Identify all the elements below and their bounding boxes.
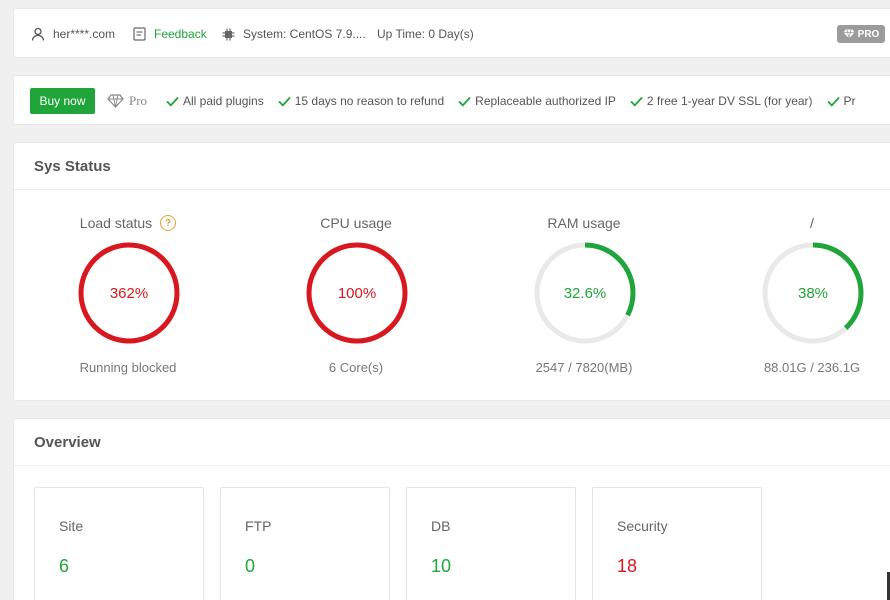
diamond-icon: [107, 94, 124, 108]
pro-text: Pro: [129, 93, 148, 108]
feature-item: Pr: [826, 94, 856, 108]
buy-now-button[interactable]: Buy now: [30, 88, 95, 114]
check-icon: [166, 96, 179, 107]
system-info: System: CentOS 7.9....: [222, 9, 366, 59]
feature-item: 15 days no reason to refund: [278, 94, 444, 108]
overview-card[interactable]: Security 18: [592, 487, 762, 600]
gauge-subtext: 6 Core(s): [328, 360, 384, 375]
sys-status-panel: Sys Status Load status? 362% Running block…: [13, 142, 890, 401]
gauge-subtext: 2547 / 7820(MB): [535, 360, 633, 375]
chip-icon: [222, 28, 235, 40]
pro-badge-label: PRO: [857, 28, 880, 40]
diamond-icon: [843, 29, 855, 39]
feature-label: 2 free 1-year DV SSL (for year): [646, 94, 813, 108]
gauge-label-text: /: [810, 215, 814, 231]
feature-item: Replaceable authorized IP: [458, 94, 616, 108]
gauge-value: 362%: [109, 284, 149, 302]
overview-card-name: FTP: [245, 518, 272, 534]
top-info-bar: her****.com Feedback System: CentOS 7.9.…: [13, 8, 890, 58]
gauge-item[interactable]: / 38% 88.01G / 236.1G: [698, 189, 890, 402]
overview-card-value[interactable]: 18: [617, 556, 637, 577]
check-icon: [630, 96, 643, 107]
gauge-item[interactable]: CPU usage 100% 6 Core(s): [242, 189, 470, 402]
overview-card-value[interactable]: 6: [59, 556, 69, 577]
gauge-item[interactable]: RAM usage 32.6% 2547 / 7820(MB): [470, 189, 698, 402]
gauge-subtext: Running blocked: [79, 360, 177, 375]
gauge-label-text: RAM usage: [547, 215, 621, 231]
gauge-item[interactable]: Load status? 362% Running blocked: [14, 189, 242, 402]
gauge-label: RAM usage: [470, 215, 698, 231]
feature-item: 2 free 1-year DV SSL (for year): [630, 94, 813, 108]
pro-promo-bar: Buy now Pro All paid plugins 15 days no r…: [13, 75, 890, 125]
sys-status-title: Sys Status: [34, 157, 111, 175]
feature-list: All paid plugins 15 days no reason to ref…: [166, 76, 870, 124]
overview-card-name: DB: [431, 518, 451, 534]
divider: [14, 465, 890, 466]
feedback-link[interactable]: Feedback: [133, 9, 207, 59]
gauge-label: /: [698, 215, 890, 231]
overview-card-value[interactable]: 0: [245, 556, 255, 577]
overview-card[interactable]: DB 10: [406, 487, 576, 600]
overview-card-value[interactable]: 10: [431, 556, 451, 577]
feature-label: All paid plugins: [183, 94, 264, 108]
user-account[interactable]: her****.com: [31, 9, 115, 59]
uptime-info: Up Time: 0 Day(s): [377, 9, 474, 59]
gauge-label-text: Load status: [79, 215, 153, 231]
overview-title: Overview: [34, 433, 101, 451]
overview-card-name: Site: [59, 518, 84, 534]
check-icon: [458, 96, 471, 107]
pro-label: Pro: [107, 76, 148, 124]
check-icon: [826, 96, 840, 107]
feedback-label: Feedback: [154, 27, 207, 41]
help-icon[interactable]: ?: [160, 215, 177, 231]
gauge-value: 38%: [797, 284, 829, 302]
user-email: her****.com: [53, 27, 116, 41]
user-icon: [31, 27, 45, 41]
check-icon: [278, 96, 291, 107]
gauge-label: Load status?: [14, 215, 242, 231]
uptime-label: Up Time: 0 Day(s): [377, 27, 474, 41]
overview-panel: Overview Site 6 FTP 0 DB 10 Security 18: [13, 418, 890, 600]
feature-label: 15 days no reason to refund: [294, 94, 445, 108]
pro-badge[interactable]: PRO: [837, 25, 885, 43]
gauge-value: 100%: [337, 284, 377, 302]
overview-card-name: Security: [617, 518, 668, 534]
overview-card[interactable]: FTP 0: [220, 487, 390, 600]
overview-card[interactable]: Site 6: [34, 487, 204, 600]
feature-item: All paid plugins: [166, 94, 264, 108]
gauge-value: 32.6%: [563, 284, 607, 302]
feedback-icon: [133, 27, 146, 41]
gauge-label: CPU usage: [242, 215, 470, 231]
feature-label: Pr: [843, 94, 856, 108]
system-label: System: CentOS 7.9....: [243, 27, 366, 41]
gauge-label-text: CPU usage: [320, 215, 392, 231]
feature-label: Replaceable authorized IP: [475, 94, 616, 108]
gauge-subtext: 88.01G / 236.1G: [763, 360, 861, 375]
